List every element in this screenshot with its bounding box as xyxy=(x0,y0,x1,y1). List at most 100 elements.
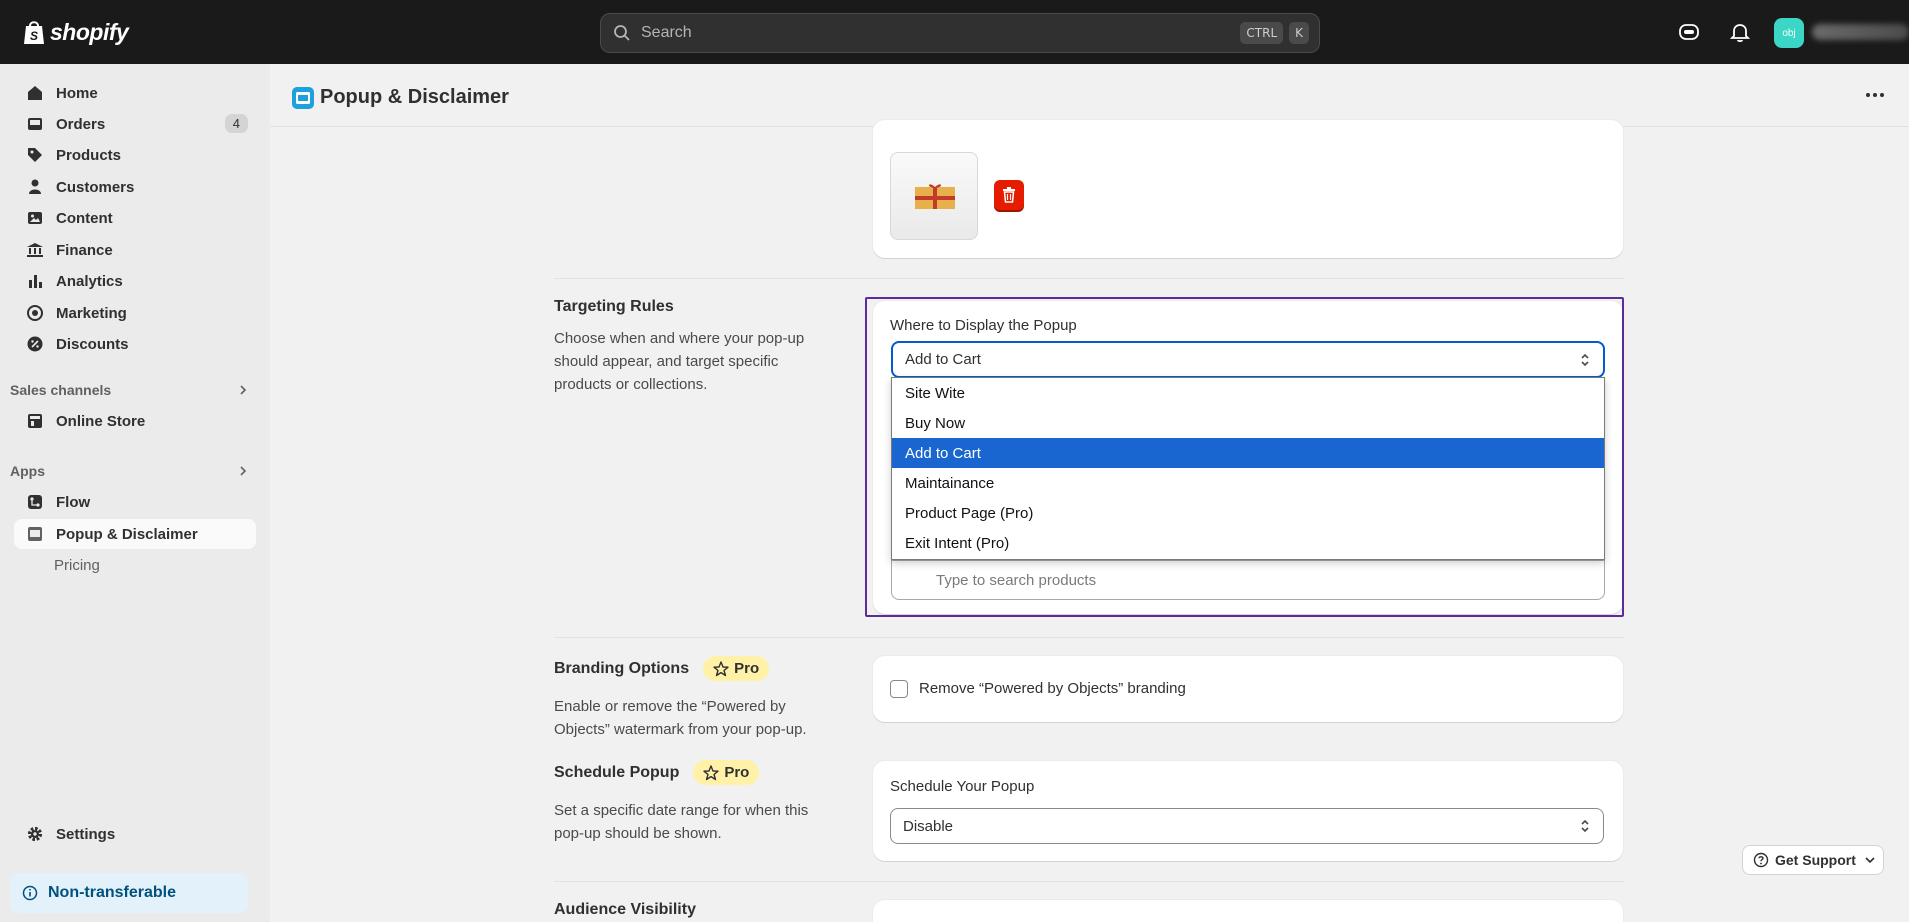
info-icon xyxy=(22,885,38,901)
option-add-to-cart[interactable]: Add to Cart xyxy=(892,438,1604,468)
get-support-label: Get Support xyxy=(1775,852,1856,868)
sidebar-item-label: Analytics xyxy=(56,272,123,290)
sidebar-item-online-store[interactable]: Online Store xyxy=(14,406,256,436)
option-buy-now[interactable]: Buy Now xyxy=(892,408,1604,438)
search-icon xyxy=(614,25,630,41)
avatar[interactable]: obj xyxy=(1774,18,1804,48)
schedule-select-value: Disable xyxy=(903,817,954,835)
branding-options-title: Branding Options Pro xyxy=(554,656,770,681)
chevron-right-icon xyxy=(240,466,247,476)
flow-icon xyxy=(28,495,42,509)
audience-visibility-title: Audience Visibility xyxy=(554,901,696,919)
popup-image-thumbnail[interactable] xyxy=(890,152,978,240)
option-maintainance[interactable]: Maintainance xyxy=(892,468,1604,498)
sidebar-item-label: Orders xyxy=(56,115,106,133)
sidebar-item-customers[interactable]: Customers xyxy=(14,172,256,202)
product-search-placeholder: Type to search products xyxy=(936,571,1097,589)
apps-header[interactable]: Apps xyxy=(10,463,256,479)
sidebar-item-label: Home xyxy=(56,84,98,102)
home-icon xyxy=(28,86,42,100)
sidekick-icon[interactable] xyxy=(1677,20,1701,44)
help-circle-icon xyxy=(1753,852,1769,868)
pro-badge-label: Pro xyxy=(734,660,760,677)
select-arrows-icon xyxy=(1581,353,1589,366)
sidebar-item-popup-disclaimer[interactable]: Popup & Disclaimer xyxy=(14,519,256,549)
sidebar-item-label: Products xyxy=(56,146,122,164)
section-divider xyxy=(554,278,1624,279)
popup-app-icon xyxy=(28,527,42,541)
sidebar-item-products[interactable]: Products xyxy=(14,140,256,170)
display-location-label: Where to Display the Popup xyxy=(890,317,1077,334)
bell-icon[interactable] xyxy=(1728,20,1752,44)
page-header: Popup & Disclaimer xyxy=(270,64,1909,127)
sidebar-item-finance[interactable]: Finance xyxy=(14,235,256,265)
sidebar-item-label: Settings xyxy=(56,825,116,843)
schedule-select[interactable]: Disable xyxy=(890,808,1604,844)
sidebar: Home Orders 4 Products Customers Content… xyxy=(0,64,270,922)
bank-icon xyxy=(27,243,43,257)
schedule-field-label: Schedule Your Popup xyxy=(890,778,1035,795)
sidebar-item-label: Online Store xyxy=(56,412,146,430)
more-horizontal-icon[interactable] xyxy=(1865,92,1885,98)
person-icon xyxy=(29,179,41,194)
option-site-wite[interactable]: Site Wite xyxy=(892,378,1604,408)
sidebar-item-label: Popup & Disclaimer xyxy=(56,525,198,543)
remove-branding-checkbox[interactable] xyxy=(890,680,908,698)
audience-visibility-card xyxy=(873,900,1623,922)
search-placeholder: Search xyxy=(641,24,692,41)
product-search-input[interactable]: Type to search products xyxy=(891,560,1605,600)
delete-image-button[interactable] xyxy=(994,180,1024,210)
logo-text: shopify xyxy=(50,18,129,45)
page-title-text: Popup & Disclaimer xyxy=(320,86,509,108)
sidebar-item-analytics[interactable]: Analytics xyxy=(14,266,256,296)
sidebar-item-marketing[interactable]: Marketing xyxy=(14,298,256,328)
sidebar-item-label: Content xyxy=(56,209,113,227)
shopify-logo[interactable]: S shopify xyxy=(22,18,129,46)
page-title: Popup & Disclaimer xyxy=(292,86,509,109)
trash-icon xyxy=(1003,187,1015,203)
sidebar-item-content[interactable]: Content xyxy=(14,203,256,233)
content-icon xyxy=(28,212,42,224)
display-location-select[interactable]: Add to Cart xyxy=(891,341,1605,378)
sidebar-item-label: Discounts xyxy=(56,335,129,353)
chart-icon xyxy=(29,275,42,288)
sidebar-item-settings[interactable]: Settings xyxy=(14,819,256,849)
sidebar-item-flow[interactable]: Flow xyxy=(14,487,256,517)
discount-icon xyxy=(27,336,43,352)
top-bar: S shopify Search CTRL K obj xyxy=(0,0,1909,64)
schedule-title-text: Schedule Popup xyxy=(554,763,680,781)
tag-icon xyxy=(28,148,42,162)
branding-options-description: Enable or remove the “Powered by Objects… xyxy=(554,698,807,738)
popup-app-icon xyxy=(292,86,314,109)
svg-text:S: S xyxy=(30,29,38,43)
option-exit-intent-pro[interactable]: Exit Intent (Pro) xyxy=(892,528,1604,558)
schedule-popup-title: Schedule Popup Pro xyxy=(554,760,760,785)
sidebar-item-pricing[interactable]: Pricing xyxy=(14,550,256,580)
sidebar-item-label: Pricing xyxy=(54,556,100,574)
sidebar-item-home[interactable]: Home xyxy=(14,78,256,108)
sidebar-item-label: Finance xyxy=(56,241,113,259)
sidebar-item-discounts[interactable]: Discounts xyxy=(14,329,256,359)
search-bar[interactable]: Search CTRL K xyxy=(600,13,1320,53)
non-transferable-banner[interactable]: Non-transferable xyxy=(10,873,248,913)
sales-channels-label: Sales channels xyxy=(10,382,112,398)
section-divider xyxy=(554,637,1624,638)
remove-branding-label[interactable]: Remove “Powered by Objects” branding xyxy=(919,680,1186,697)
pro-badge-label: Pro xyxy=(724,764,750,781)
display-location-dropdown: Site Wite Buy Now Add to Cart Maintainan… xyxy=(891,377,1605,560)
sidebar-item-orders[interactable]: Orders 4 xyxy=(14,109,256,139)
shopify-bag-icon: S xyxy=(24,21,44,44)
option-product-page-pro[interactable]: Product Page (Pro) xyxy=(892,498,1604,528)
store-name-blurred[interactable] xyxy=(1812,24,1909,40)
targeting-rules-description: Choose when and where your pop-up should… xyxy=(554,330,805,393)
sales-channels-header[interactable]: Sales channels xyxy=(10,382,256,398)
targeting-title-text: Targeting Rules xyxy=(554,298,674,315)
pro-badge: Pro xyxy=(703,656,770,681)
orders-count-badge: 4 xyxy=(224,114,248,133)
target-icon xyxy=(27,305,43,321)
branding-title-text: Branding Options xyxy=(554,659,690,677)
star-icon xyxy=(713,660,729,676)
shortcut-key-k: K xyxy=(1289,22,1309,44)
gear-icon xyxy=(27,826,43,842)
get-support-button[interactable]: Get Support xyxy=(1742,845,1884,875)
